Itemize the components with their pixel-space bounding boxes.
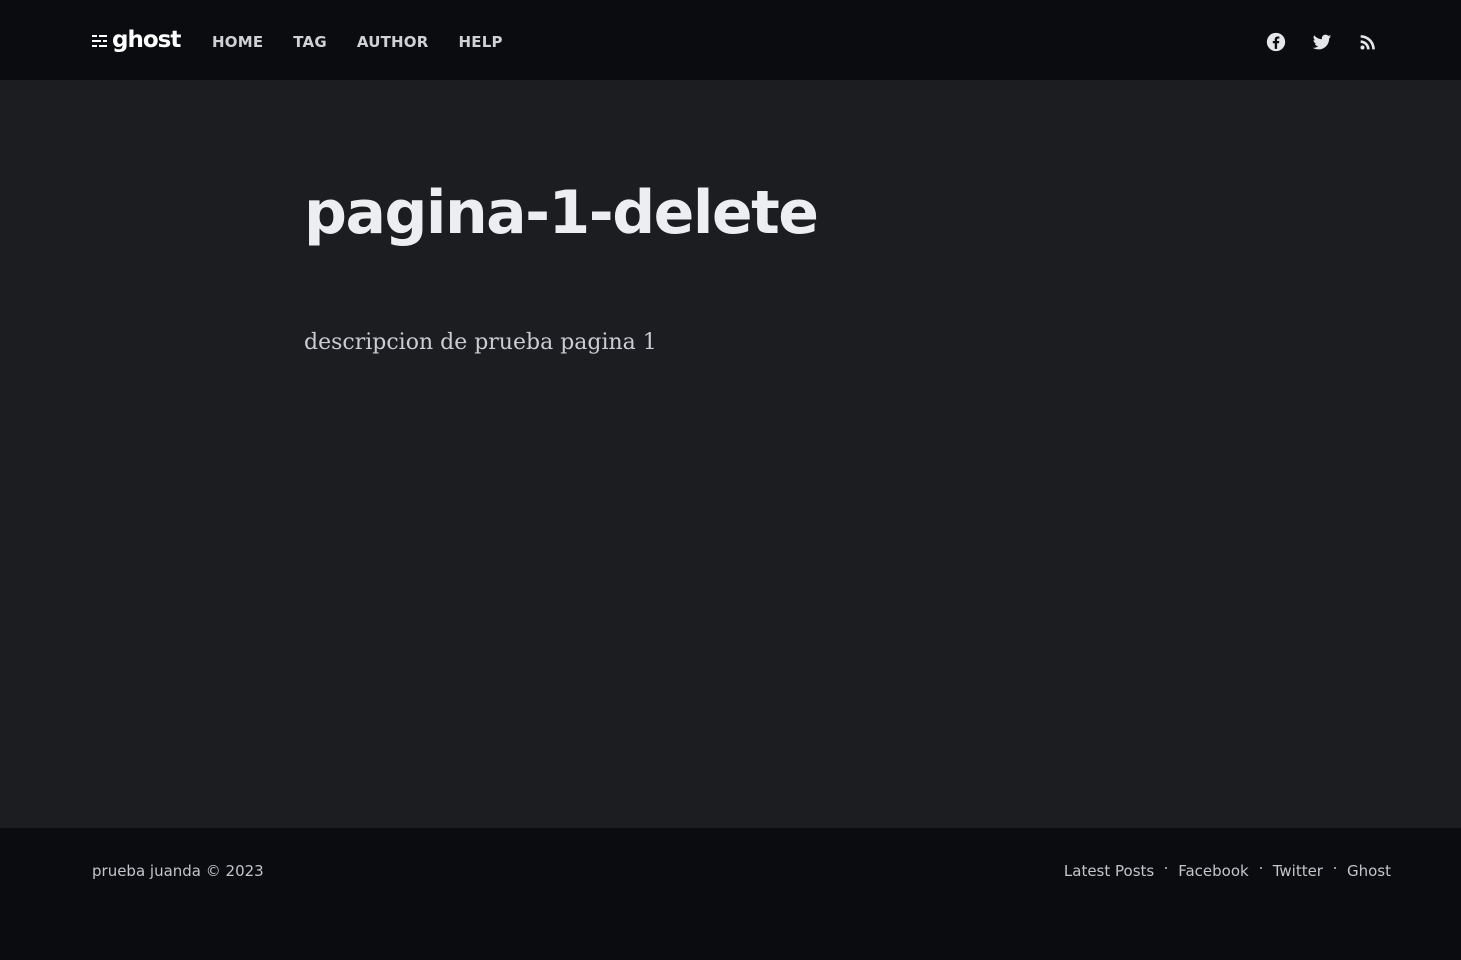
site-logo[interactable]: ghost: [92, 26, 181, 54]
footer-link-facebook[interactable]: Facebook: [1178, 862, 1248, 880]
footer-item-latest-posts: Latest Posts: [1064, 860, 1154, 882]
main-nav: HOME TAG AUTHOR HELP: [212, 31, 533, 53]
facebook-icon: [1266, 32, 1286, 52]
footer-separator: [1249, 862, 1273, 880]
facebook-link[interactable]: [1265, 31, 1287, 53]
nav-link-home[interactable]: HOME: [212, 33, 263, 51]
main-content: pagina-1-delete descripcion de prueba pa…: [0, 80, 1461, 828]
page-body-text: descripcion de prueba pagina 1: [304, 330, 657, 355]
footer-dot: [1259, 867, 1262, 869]
nav-link-help[interactable]: HELP: [459, 33, 503, 51]
nav-item-tag: TAG: [293, 31, 327, 53]
nav-item-home: HOME: [212, 31, 263, 53]
site-footer: prueba juanda © 2023 Latest Posts Facebo…: [0, 828, 1461, 960]
twitter-icon: [1312, 34, 1332, 50]
rss-icon: [1360, 35, 1375, 50]
footer-item-twitter: Twitter: [1273, 860, 1323, 882]
footer-dot: [1333, 867, 1336, 869]
site-header: ghost HOME TAG AUTHOR HELP: [0, 0, 1461, 80]
nav-item-help: HELP: [459, 31, 503, 53]
footer-link-ghost[interactable]: Ghost: [1347, 862, 1391, 880]
nav-item-author: AUTHOR: [357, 31, 429, 53]
logo-text: ghost: [112, 27, 181, 53]
rss-link[interactable]: [1357, 31, 1379, 53]
page-title: pagina-1-delete: [304, 178, 819, 248]
footer-separator: [1154, 862, 1178, 880]
copyright-text: prueba juanda © 2023: [92, 862, 264, 880]
footer-separator: [1323, 862, 1347, 880]
page: ghost HOME TAG AUTHOR HELP pagina-1-dele…: [0, 0, 1461, 960]
footer-nav: Latest Posts Facebook Twitter Ghost: [1064, 860, 1391, 882]
footer-item-facebook: Facebook: [1178, 860, 1248, 882]
social-links: [1241, 31, 1379, 53]
footer-item-ghost: Ghost: [1347, 860, 1391, 882]
footer-link-latest-posts[interactable]: Latest Posts: [1064, 862, 1154, 880]
twitter-link[interactable]: [1311, 31, 1333, 53]
footer-dot: [1165, 867, 1168, 869]
nav-link-tag[interactable]: TAG: [293, 33, 327, 51]
nav-link-author[interactable]: AUTHOR: [357, 33, 429, 51]
footer-link-twitter[interactable]: Twitter: [1273, 862, 1323, 880]
ghost-logo-icon: [92, 35, 107, 47]
